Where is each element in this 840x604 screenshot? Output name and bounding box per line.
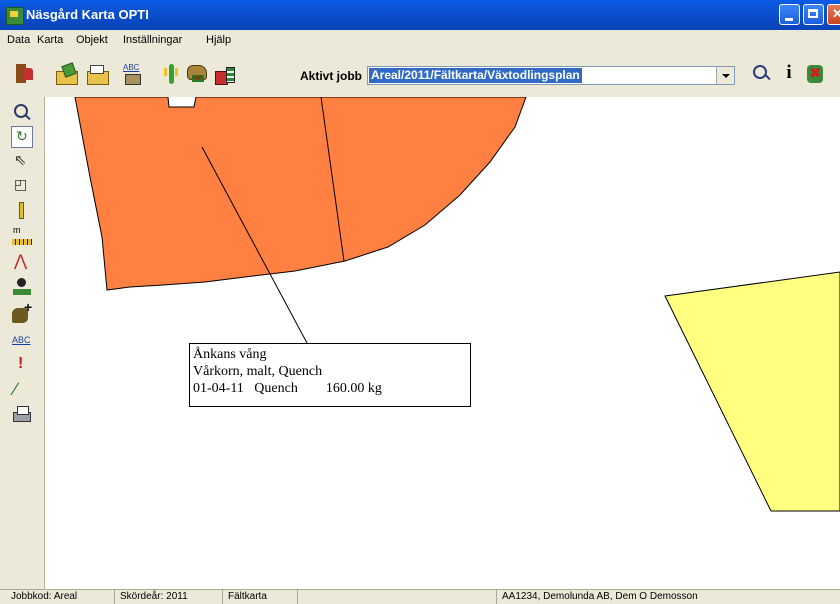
select-area-icon[interactable] [11,176,33,198]
abc-label-icon[interactable] [11,330,33,352]
map-canvas[interactable]: Ånkans vång Vårkorn, malt, Quench 01-04-… [45,97,840,589]
menu-objekt[interactable]: Objekt [76,34,108,46]
menu-bar: Data Karta Objekt Inställningar Hjälp [0,30,840,51]
active-job-value: Areal/2011/Fältkarta/Växtodlingsplan [369,68,582,83]
menu-karta[interactable]: Karta [37,34,63,46]
maximize-button[interactable] [803,4,824,25]
main-toolbar: Aktivt jobb Areal/2011/Fältkarta/Växtodl… [0,51,840,98]
open-folder-icon[interactable] [55,63,78,85]
folder-icon[interactable] [86,63,109,85]
status-jobbkod: Jobbkod: Areal [8,590,115,604]
title-bar[interactable]: Näsgård Karta OPTI [0,0,840,30]
abc-icon[interactable] [122,63,144,85]
polygon-icon[interactable] [11,251,33,273]
active-job-label: Aktivt jobb [300,69,362,83]
menu-data[interactable]: Data [7,34,30,46]
pointer-icon[interactable] [11,151,33,173]
print-icon[interactable] [11,404,33,426]
app-icon [6,7,24,25]
field-name: Ånkans vång [193,347,267,362]
active-job-select[interactable]: Areal/2011/Fältkarta/Växtodlingsplan [367,66,735,85]
status-skordear: Skördeår: 2011 [117,590,223,604]
field-polygon-ankans-vang[interactable] [74,97,527,291]
left-tool-panel [0,97,45,589]
close-window-button[interactable] [827,4,840,25]
hectare-icon[interactable] [186,63,208,85]
status-owner: AA1234, Demolunda AB, Dem O Demosson [502,591,698,602]
warning-icon[interactable] [11,355,33,377]
field-crop: Vårkorn, malt, Quench [193,364,323,379]
chevron-down-icon[interactable] [716,67,734,84]
zoom-icon[interactable] [751,63,773,85]
menu-installningar[interactable]: Inställningar [123,34,182,46]
pencil-icon[interactable] [11,201,33,223]
zoom-icon[interactable] [11,102,33,124]
minimize-button[interactable] [779,4,800,25]
status-karta: Fältkarta [225,590,298,604]
field-application: 01-04-11 Quench 160.00 kg [193,381,382,396]
crop-icon[interactable] [160,63,182,85]
add-field-icon[interactable] [11,299,33,325]
refresh-icon[interactable] [11,126,33,148]
split-icon[interactable] [11,379,33,402]
field-label-box[interactable]: Ånkans vång Vårkorn, malt, Quench 01-04-… [189,343,471,407]
stamp-icon[interactable] [11,276,33,298]
menu-hjalp[interactable]: Hjälp [206,34,231,46]
info-icon[interactable]: i [778,62,800,84]
ruler-icon[interactable] [11,225,33,248]
status-blank [300,590,497,604]
field-polygon-yellow[interactable] [664,271,840,512]
exit-icon[interactable] [14,63,36,85]
status-bar: Jobbkod: Areal Skördeår: 2011 Fältkarta … [0,589,840,604]
close-map-icon[interactable] [804,63,826,85]
window-title: Näsgård Karta OPTI [26,7,149,22]
farm-icon[interactable] [214,63,236,85]
